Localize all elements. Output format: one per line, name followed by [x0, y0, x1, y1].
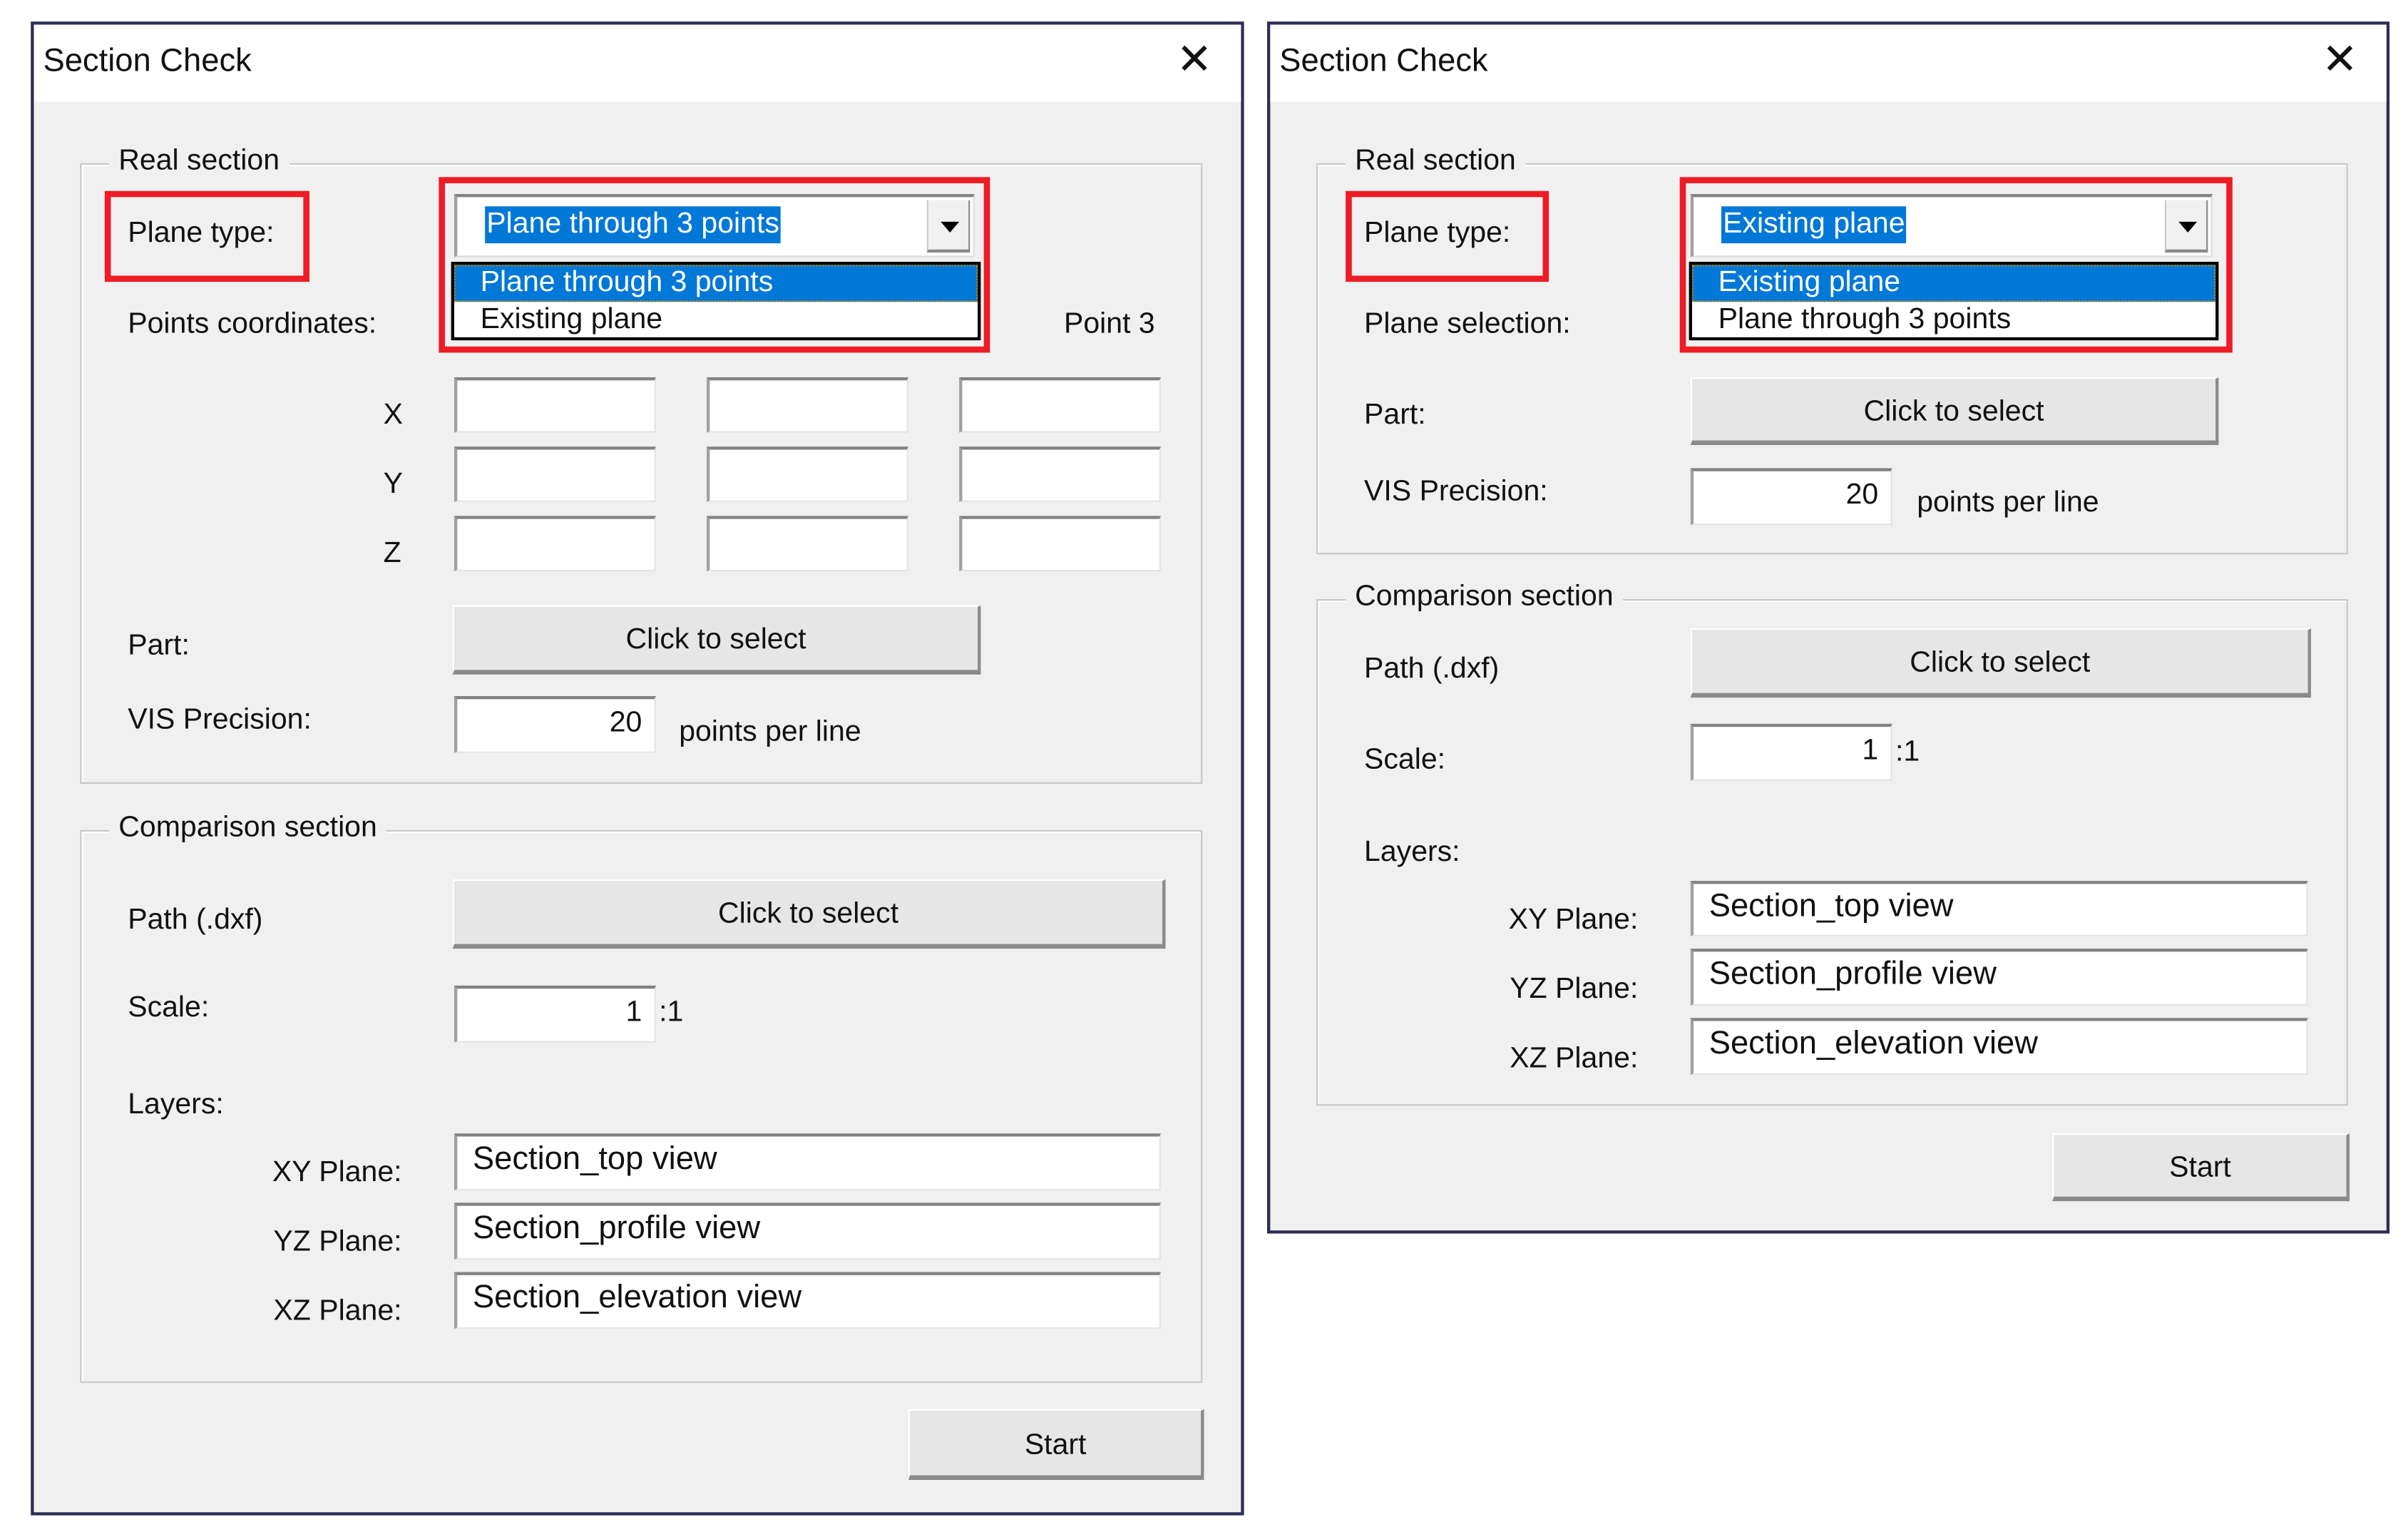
layers-label: Layers: — [128, 1088, 224, 1121]
vis-precision-label: VIS Precision: — [1364, 476, 1548, 509]
xz-plane-label: XZ Plane: — [1510, 1042, 1639, 1076]
part-select-button[interactable]: Click to select — [452, 605, 981, 675]
vis-precision-input[interactable]: 20 — [1690, 468, 1892, 526]
part-label: Part: — [1364, 399, 1426, 432]
window-title: Section Check — [43, 43, 252, 79]
group-legend: Comparison section — [109, 811, 386, 846]
window-title: Section Check — [1279, 43, 1488, 79]
scale-input[interactable]: 1 — [1690, 723, 1892, 781]
close-icon[interactable]: ✕ — [2322, 36, 2358, 83]
vis-precision-label: VIS Precision: — [128, 703, 312, 737]
dropdown-option[interactable]: Plane through 3 points — [1692, 302, 2215, 339]
point2-y-input[interactable] — [707, 446, 908, 502]
xy-plane-input[interactable]: Section_top view — [454, 1133, 1162, 1191]
yz-plane-label: YZ Plane: — [273, 1225, 402, 1259]
dropdown-option[interactable]: Plane through 3 points — [454, 265, 978, 302]
yz-plane-input[interactable]: Section_profile view — [1690, 949, 2308, 1006]
points-coordinates-label: Points coordinates: — [128, 307, 377, 341]
title-bar: Section Check ✕ — [34, 24, 1241, 102]
part-label: Part: — [128, 630, 190, 663]
point1-z-input[interactable] — [454, 516, 656, 572]
part-select-button[interactable]: Click to select — [1690, 377, 2219, 446]
plane-type-combobox[interactable]: Plane through 3 points — [454, 194, 975, 257]
group-legend: Comparison section — [1346, 581, 1623, 615]
vis-precision-unit: points per line — [679, 716, 861, 749]
group-legend: Real section — [109, 144, 289, 179]
point2-z-input[interactable] — [707, 516, 908, 572]
scale-suffix: :1 — [659, 996, 684, 1029]
path-label: Path (.dxf) — [1364, 653, 1500, 685]
xy-plane-label: XY Plane: — [1508, 904, 1639, 936]
point1-y-input[interactable] — [454, 446, 656, 502]
z-label: Z — [383, 537, 401, 570]
xz-plane-label: XZ Plane: — [273, 1295, 402, 1328]
plane-selection-label: Plane selection: — [1364, 307, 1571, 341]
scale-label: Scale: — [128, 991, 210, 1024]
path-select-button[interactable]: Click to select — [452, 879, 1166, 949]
point3-label: Point 3 — [1064, 307, 1155, 341]
scale-input[interactable]: 1 — [454, 985, 656, 1043]
plane-type-label: Plane type: — [1364, 217, 1511, 250]
point1-x-input[interactable] — [454, 377, 656, 433]
yz-plane-input[interactable]: Section_profile view — [454, 1202, 1162, 1260]
point3-z-input[interactable] — [959, 516, 1162, 572]
plane-type-combobox[interactable]: Existing plane — [1690, 194, 2213, 257]
plane-type-dropdown-list: Plane through 3 points Existing plane — [451, 262, 981, 341]
chevron-down-icon[interactable] — [2164, 200, 2208, 253]
plane-type-dropdown-list: Existing plane Plane through 3 points — [1689, 262, 2219, 341]
scale-label: Scale: — [1364, 743, 1446, 777]
scale-suffix: :1 — [1895, 736, 1920, 769]
point3-x-input[interactable] — [959, 377, 1162, 433]
title-bar: Section Check ✕ — [1270, 24, 2387, 102]
xz-plane-input[interactable]: Section_elevation view — [454, 1272, 1162, 1329]
path-label: Path (.dxf) — [128, 904, 263, 936]
vis-precision-input[interactable]: 20 — [454, 695, 656, 753]
combobox-value: Plane through 3 points — [485, 206, 782, 244]
yz-plane-label: YZ Plane: — [1510, 973, 1639, 1006]
y-label: Y — [383, 468, 404, 501]
dropdown-option[interactable]: Existing plane — [1691, 265, 2216, 302]
chevron-down-icon[interactable] — [926, 200, 970, 253]
start-button[interactable]: Start — [908, 1409, 1204, 1480]
point3-y-input[interactable] — [959, 446, 1162, 502]
plane-type-label: Plane type: — [128, 217, 275, 250]
point2-x-input[interactable] — [707, 377, 908, 433]
start-button[interactable]: Start — [2052, 1133, 2350, 1202]
xz-plane-input[interactable]: Section_elevation view — [1690, 1018, 2308, 1076]
dropdown-option[interactable]: Existing plane — [454, 302, 978, 339]
path-select-button[interactable]: Click to select — [1690, 628, 2311, 698]
vis-precision-unit: points per line — [1917, 486, 2099, 519]
xy-plane-input[interactable]: Section_top view — [1690, 881, 2308, 936]
combobox-value: Existing plane — [1721, 206, 1907, 244]
x-label: X — [383, 399, 404, 432]
xy-plane-label: XY Plane: — [272, 1156, 402, 1189]
layers-label: Layers: — [1364, 836, 1460, 869]
close-icon[interactable]: ✕ — [1177, 36, 1213, 83]
group-legend: Real section — [1346, 144, 1525, 179]
